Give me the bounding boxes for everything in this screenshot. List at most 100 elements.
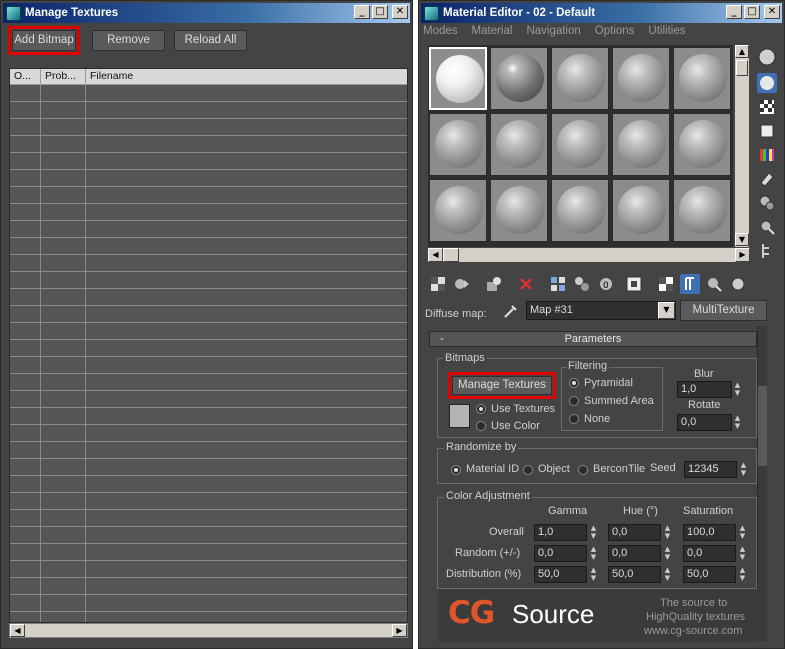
rollout-collapse-toggle[interactable]: - [440,332,444,346]
sample-slot[interactable] [673,47,731,110]
none-radio[interactable] [569,414,579,424]
material-map-navigator-icon[interactable] [757,241,777,261]
seed-spinner-icon[interactable]: ▲ ▼ [739,461,748,478]
sample-slot[interactable] [490,113,548,176]
put-to-library-icon[interactable] [572,274,592,294]
add-bitmap-button[interactable]: Add Bitmap [8,26,80,55]
maximize-button[interactable]: □ [744,5,760,19]
random-saturation-field[interactable]: 0,0 [683,545,736,562]
sample-slot[interactable] [490,47,548,110]
use-color-radio[interactable] [476,421,486,431]
assign-material-icon[interactable] [484,274,504,294]
slots-horizontal-scrollbar[interactable]: ◀ ▶ [428,248,750,262]
overall-gamma-field[interactable]: 1,0 [534,524,587,541]
sample-slot[interactable] [429,179,487,242]
pyramidal-radio[interactable] [569,378,579,388]
eyedropper-icon[interactable] [502,302,520,320]
background-checker-icon[interactable] [757,97,777,117]
spinner-icon[interactable]: ▲ ▼ [738,566,747,583]
go-forward-to-sibling-icon[interactable] [704,274,724,294]
reload-all-button[interactable]: Reload All [174,30,247,51]
material-editor-titlebar[interactable]: Material Editor - 02 - Default _ □ ✕ [421,3,782,23]
use-textures-radio[interactable] [476,404,486,414]
close-button[interactable]: ✕ [764,5,780,19]
parameters-rollout-header[interactable]: - Parameters [429,331,757,347]
column-header-prob[interactable]: Prob... [41,69,86,85]
spinner-icon[interactable]: ▲ ▼ [738,545,747,562]
material-id-radio[interactable] [451,465,461,475]
slots-vertical-scrollbar[interactable]: ▲ ▼ [735,45,749,247]
map-type-button[interactable]: MultiTexture [680,300,767,321]
scroll-left-arrow-icon[interactable]: ◀ [428,248,443,262]
scroll-right-arrow-icon[interactable]: ▶ [735,248,750,262]
blur-spinner-icon[interactable]: ▲ ▼ [733,381,742,398]
backlight-icon[interactable] [757,73,777,93]
rotate-field[interactable]: 0,0 [677,414,732,431]
distribution-saturation-field[interactable]: 50,0 [683,566,736,583]
material-effects-channel-icon[interactable]: 0 [596,274,616,294]
distribution-gamma-field[interactable]: 50,0 [534,566,587,583]
map-name-field[interactable]: Map #31 [526,301,676,320]
manage-textures-titlebar[interactable]: Manage Textures _ □ ✕ [3,3,410,23]
sample-slot[interactable] [673,179,731,242]
sample-slot[interactable] [673,113,731,176]
spinner-icon[interactable]: ▲ ▼ [663,545,672,562]
color-swatch[interactable] [449,404,470,428]
select-by-material-icon[interactable] [757,217,777,237]
sample-slot[interactable] [429,113,487,176]
put-material-to-scene-icon[interactable] [452,274,472,294]
reset-map-icon[interactable] [516,274,536,294]
menu-modes[interactable]: Modes [423,25,458,41]
texture-list[interactable]: O... Prob... Filename [9,68,408,623]
spinner-icon[interactable]: ▲ ▼ [663,524,672,541]
show-shaded-material-icon[interactable] [624,274,644,294]
spinner-icon[interactable]: ▲ ▼ [589,545,598,562]
menu-material[interactable]: Material [472,25,513,41]
minimize-button[interactable]: _ [726,5,742,19]
overall-saturation-field[interactable]: 100,0 [683,524,736,541]
options-icon[interactable] [757,193,777,213]
menu-utilities[interactable]: Utilities [648,25,685,41]
rotate-spinner-icon[interactable]: ▲ ▼ [733,414,742,431]
sample-slot[interactable] [612,47,670,110]
maximize-button[interactable]: □ [372,5,388,19]
bercon-tile-radio[interactable] [578,465,588,475]
show-end-result-icon[interactable] [656,274,676,294]
sample-slot[interactable] [551,179,609,242]
spinner-icon[interactable]: ▲ ▼ [589,566,598,583]
sample-slot[interactable] [612,179,670,242]
spinner-icon[interactable]: ▲ ▼ [663,566,672,583]
blur-field[interactable]: 1,0 [677,381,732,398]
go-to-parent-icon[interactable] [680,274,700,294]
scroll-down-arrow-icon[interactable]: ▼ [735,233,749,246]
random-hue-field[interactable]: 0,0 [608,545,661,562]
summed-area-radio[interactable] [569,396,579,406]
sample-slot[interactable] [551,113,609,176]
remove-button[interactable]: Remove [92,30,165,51]
panel-vertical-scrollbar[interactable] [757,326,767,641]
scroll-right-arrow-icon[interactable]: ▶ [392,624,407,637]
scroll-thumb[interactable] [736,60,748,76]
column-header-o[interactable]: O... [10,69,41,85]
sample-slot[interactable] [490,179,548,242]
column-header-filename[interactable]: Filename [86,69,407,85]
distribution-hue-field[interactable]: 50,0 [608,566,661,583]
seed-field[interactable]: 12345 [684,461,737,478]
close-button[interactable]: ✕ [392,5,408,19]
minimize-button[interactable]: _ [354,5,370,19]
make-unique-icon[interactable] [548,274,568,294]
sample-slot[interactable] [551,47,609,110]
menu-navigation[interactable]: Navigation [526,25,580,41]
horizontal-scrollbar[interactable]: ◀ ▶ [9,623,408,638]
get-material-icon[interactable] [428,274,448,294]
sample-type-icon[interactable] [757,47,777,67]
scroll-up-arrow-icon[interactable]: ▲ [735,45,749,58]
make-preview-icon[interactable] [757,169,777,189]
sample-uv-tiling-icon[interactable] [757,121,777,141]
menu-options[interactable]: Options [595,25,635,41]
spinner-icon[interactable]: ▲ ▼ [589,524,598,541]
scroll-thumb[interactable] [758,386,767,466]
scroll-left-arrow-icon[interactable]: ◀ [10,624,25,637]
video-color-check-icon[interactable] [757,145,777,165]
sample-slot[interactable] [612,113,670,176]
